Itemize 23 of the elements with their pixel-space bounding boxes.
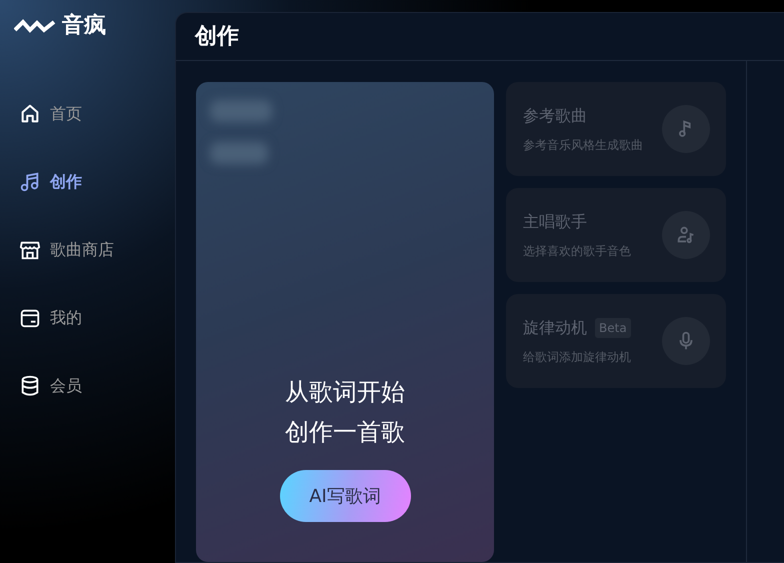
headline: 创作一首歌 — [285, 417, 405, 448]
logo-icon — [14, 18, 56, 34]
ai-lyrics-button[interactable]: AI写歌词 — [280, 470, 410, 522]
nav-item[interactable]: 歌曲商店 — [19, 233, 175, 267]
database-icon — [19, 375, 41, 397]
nav-item[interactable]: 创作 — [19, 165, 175, 199]
feature-subtitle: 参考音乐风格生成歌曲 — [523, 137, 643, 154]
nav-item[interactable]: 我的 — [19, 301, 175, 335]
beta-badge: Beta — [595, 318, 631, 338]
store-icon — [19, 239, 41, 261]
app-name: 音疯 — [62, 15, 106, 37]
home-icon — [19, 103, 41, 125]
page-title: 创作 — [195, 23, 239, 51]
headline: 从歌词开始 — [285, 377, 405, 408]
feature-subtitle: 选择喜欢的歌手音色 — [523, 243, 631, 260]
nav-item[interactable]: 会员 — [19, 369, 175, 403]
nav-item[interactable]: 首页 — [19, 97, 175, 131]
feature-title: 旋律动机 — [523, 317, 587, 339]
wallet-icon — [19, 307, 41, 329]
feature-title: 主唱歌手 — [523, 211, 587, 233]
feature-title: 参考歌曲 — [523, 105, 587, 127]
feature-subtitle: 给歌词添加旋律动机 — [523, 349, 631, 366]
music-note-icon — [19, 171, 41, 193]
